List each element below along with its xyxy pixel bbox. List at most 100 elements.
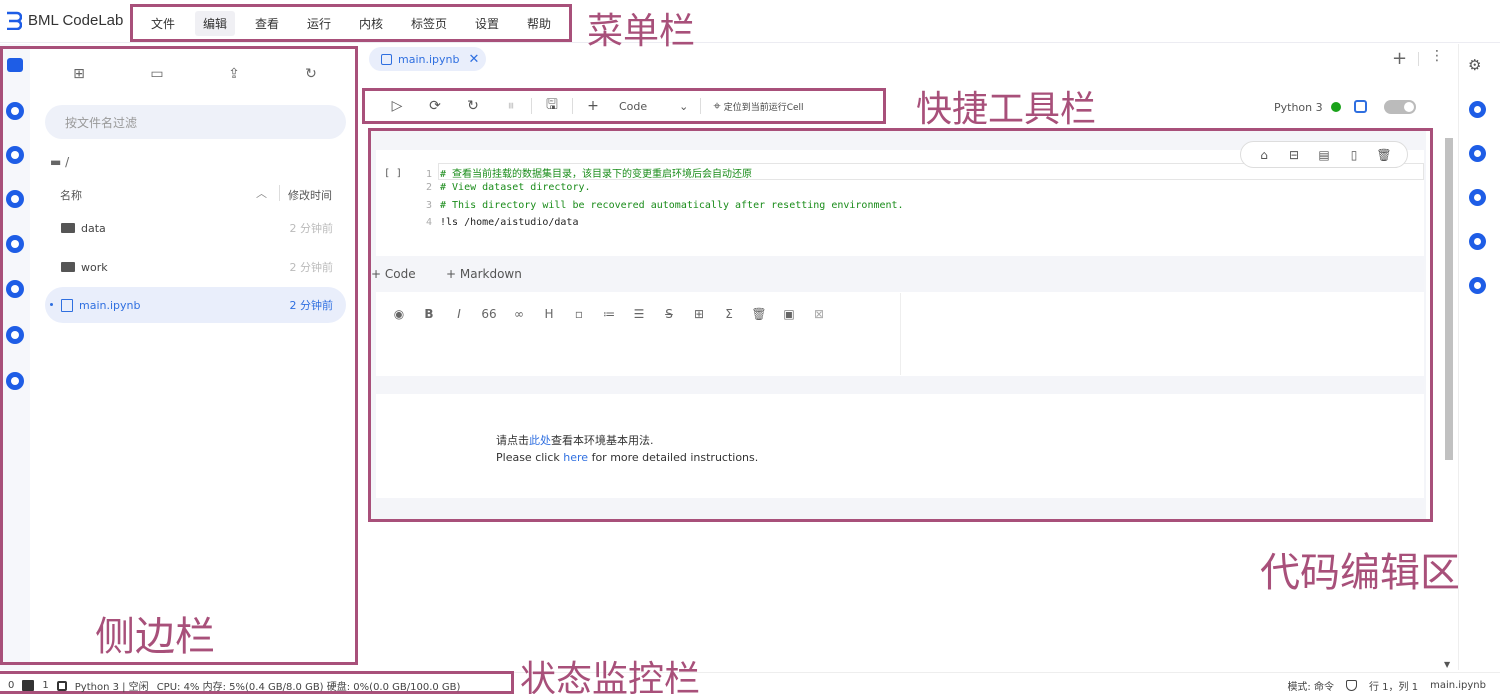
new-file-icon[interactable]: ⊞ <box>70 65 88 83</box>
menu-item-3[interactable]: 查看 <box>247 11 287 36</box>
unlink-icon[interactable]: ⊠ <box>811 306 827 322</box>
save-icon[interactable]: 🖫 <box>544 97 560 114</box>
code-text: !ls /home/aistudio/data <box>440 217 579 228</box>
refresh-icon[interactable]: ↻ <box>302 65 320 83</box>
insert-above-icon[interactable]: ⊟ <box>1287 148 1301 162</box>
run-all-icon[interactable]: ⟳ <box>427 98 443 114</box>
italic-icon[interactable]: I <box>451 306 467 322</box>
link-icon[interactable]: ∞ <box>511 306 527 322</box>
editor-annotation: 代码编辑区 <box>1260 550 1460 596</box>
quote-icon[interactable]: 66 <box>481 306 497 322</box>
cursor-position[interactable]: 行 1，列 1 <box>1369 678 1418 693</box>
resource-usage: CPU: 4% 内存: 5%(0.4 GB/8.0 GB) 硬盘: 0%(0.0… <box>156 682 461 693</box>
menu-item-4[interactable]: 运行 <box>299 11 339 36</box>
code-line[interactable]: 1 # 查看当前挂载的数据集目录，该目录下的变更重启环境后会自动还原 <box>412 165 752 180</box>
notes-icon[interactable]: ▤ <box>1317 148 1331 162</box>
add-cell-icon[interactable]: + <box>585 98 601 114</box>
quick-toolbar: ▷ ⟳ ↻ ⏸ 🖫 + Code ⌄ ⌖ 定位到当前运行Cell <box>362 88 886 124</box>
tab-main-ipynb[interactable]: main.ipynb ✕ <box>369 47 486 71</box>
kernel-name[interactable]: Python 3 <box>1274 101 1323 114</box>
run-icon[interactable]: ▷ <box>389 98 405 114</box>
chip-icon[interactable] <box>1354 100 1367 113</box>
kernel-state[interactable]: Python 3 | 空闲 <box>75 678 149 693</box>
menu-item-7[interactable]: 设置 <box>467 11 507 36</box>
mode-indicator[interactable]: 模式: 命令 <box>1287 678 1334 693</box>
chevron-down-icon[interactable]: ⌄ <box>679 100 688 113</box>
heading-icon[interactable]: H <box>541 306 557 322</box>
column-header-name[interactable]: 名称 <box>60 187 82 203</box>
menu-item-5[interactable]: 内核 <box>351 11 391 36</box>
bold-icon[interactable]: B <box>421 306 437 322</box>
breadcrumb[interactable]: ▬ / <box>50 155 69 169</box>
preview-icon[interactable]: ◉ <box>391 306 407 322</box>
locate-running-cell-button[interactable]: 定位到当前运行Cell <box>724 100 804 113</box>
file-row-work[interactable]: work 2 分钟前 <box>45 249 346 285</box>
file-name: main.ipynb <box>79 298 141 312</box>
app-logo[interactable]: BML CodeLab <box>4 10 123 30</box>
line-number: 4 <box>425 217 432 228</box>
add-markdown-cell-button[interactable]: + Markdown <box>446 267 522 281</box>
sort-caret-icon[interactable]: ︿ <box>256 185 267 201</box>
column-divider <box>279 185 280 201</box>
folder-icon <box>61 223 75 233</box>
play-icon[interactable] <box>1469 189 1486 206</box>
terminal-icon[interactable] <box>1469 101 1486 118</box>
terminal-icon[interactable] <box>22 680 35 691</box>
cloud-icon[interactable] <box>1469 233 1486 250</box>
file-icon[interactable]: ▫ <box>571 306 587 322</box>
divider <box>700 98 702 114</box>
close-icon[interactable]: ✕ <box>468 52 479 67</box>
new-folder-icon[interactable]: ▭ <box>148 65 166 83</box>
help-link-en[interactable]: here <box>563 451 588 464</box>
add-markdown-label: Markdown <box>459 267 522 281</box>
restart-icon[interactable]: ↻ <box>465 98 481 114</box>
locate-icon[interactable]: ⌖ <box>713 99 720 114</box>
stop-icon[interactable]: ⏸ <box>503 98 519 114</box>
file-row-main-ipynb[interactable]: main.ipynb 2 分钟前 <box>45 287 346 323</box>
ordered-list-icon[interactable]: ≔ <box>601 306 617 322</box>
tab-label: main.ipynb <box>398 52 460 66</box>
app-name: BML CodeLab <box>28 11 124 29</box>
add-code-cell-button[interactable]: + Code <box>371 267 416 281</box>
status-right: 模式: 命令 行 1，列 1 main.ipynb <box>1287 678 1486 693</box>
formula-icon[interactable]: Σ <box>721 306 737 322</box>
output-text: for more detailed instructions. <box>588 451 759 464</box>
scrollbar-thumb[interactable] <box>1445 138 1453 460</box>
code-line[interactable]: 4 !ls /home/aistudio/data <box>412 217 579 228</box>
upload-icon[interactable]: ⇪ <box>225 65 243 83</box>
toggle-switch[interactable] <box>1384 100 1416 114</box>
code-line[interactable]: 2 # View dataset directory. <box>412 182 591 193</box>
cell-type-select[interactable]: Code <box>619 100 647 113</box>
status-left: 0 1 Python 3 | 空闲 CPU: 4% 内存: 5%(0.4 GB/… <box>8 678 460 693</box>
file-filter-input[interactable]: 按文件名过滤 <box>45 105 346 139</box>
scroll-down-arrow-icon[interactable]: ▼ <box>1444 660 1450 669</box>
menu-item-2[interactable]: 编辑 <box>194 10 235 36</box>
chip-icon[interactable] <box>1469 277 1486 294</box>
toggle-icon[interactable] <box>1469 145 1486 162</box>
menu-item-1[interactable]: 文件 <box>143 11 183 36</box>
new-tab-button[interactable]: + <box>1392 48 1407 69</box>
settings-gears-icon[interactable]: ⚙ <box>1468 56 1481 74</box>
table-icon[interactable]: ⊞ <box>691 306 707 322</box>
unordered-list-icon[interactable]: ☰ <box>631 306 647 322</box>
plus-icon: + <box>371 267 385 281</box>
status-count[interactable]: 0 <box>8 680 14 691</box>
breadcrumb-path: / <box>65 155 70 169</box>
menu-item-6[interactable]: 标签页 <box>403 11 455 36</box>
image-icon[interactable]: ▣ <box>781 306 797 322</box>
help-link-zh[interactable]: 此处 <box>529 434 551 447</box>
file-row-data[interactable]: data 2 分钟前 <box>45 210 346 246</box>
shield-icon[interactable] <box>1346 680 1357 691</box>
status-count[interactable]: 1 <box>42 680 48 691</box>
format-icon[interactable]: ⌂ <box>1257 148 1271 162</box>
bookmark-icon[interactable]: ▯ <box>1347 148 1361 162</box>
strikethrough-icon[interactable]: S̶ <box>661 306 677 322</box>
delete-icon[interactable]: 🗑 <box>1376 148 1391 162</box>
column-header-modified[interactable]: 修改时间 <box>288 187 332 203</box>
delete-icon[interactable]: 🗑 <box>751 306 767 322</box>
code-line[interactable]: 3 # This directory will be recovered auto… <box>412 200 904 211</box>
current-file: main.ipynb <box>1430 680 1486 691</box>
more-options-icon[interactable]: ⋮ <box>1430 48 1444 64</box>
chip-icon[interactable] <box>56 680 67 691</box>
menu-item-8[interactable]: 帮助 <box>519 11 559 36</box>
